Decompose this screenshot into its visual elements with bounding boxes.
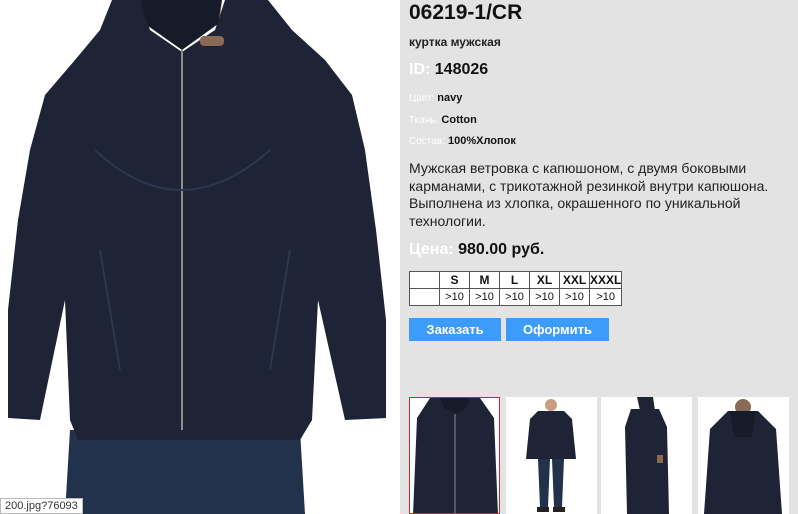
attr-fabric-label: Ткань: — [409, 115, 439, 126]
size-stock-table: S M L XL XXL XXXL >10 >10 >10 >10 >10 >1… — [409, 271, 623, 306]
attr-color-row: Цвет: navy — [409, 92, 462, 104]
size-stock-cell — [409, 288, 440, 306]
size-header-cell: XXL — [559, 271, 590, 289]
thumbnail-side-image — [625, 397, 669, 514]
size-header-cell: XXXL — [588, 271, 623, 289]
image-url-label: 200.jpg?76093 — [0, 498, 83, 514]
product-title: 06219-1/CR — [409, 1, 523, 24]
size-header-cell: XL — [529, 271, 560, 289]
product-description: Мужская ветровка с капюшоном, с двумя бо… — [409, 160, 769, 229]
product-id-label: ID: — [409, 61, 431, 78]
size-stock-cell[interactable]: >10 — [469, 288, 500, 306]
thumbnail-front-closeup-image — [413, 398, 498, 513]
thumbnail-side[interactable] — [601, 397, 692, 514]
size-stock-row: >10 >10 >10 >10 >10 >10 — [409, 288, 623, 306]
attr-fabric-row: Ткань: Cotton — [409, 114, 477, 126]
size-header-cell: S — [439, 271, 470, 289]
checkout-button[interactable]: Оформить — [506, 318, 609, 341]
size-header-cell: M — [469, 271, 500, 289]
product-id-value: 148026 — [434, 61, 489, 78]
thumbnail-back-image — [704, 399, 782, 514]
attr-color-label: Цвет: — [409, 93, 435, 104]
size-stock-cell[interactable]: >10 — [529, 288, 560, 306]
product-id-row: ID: 148026 — [409, 61, 488, 79]
attr-color-value: navy — [437, 92, 463, 104]
thumbnail-back[interactable] — [698, 397, 789, 514]
size-stock-cell[interactable]: >10 — [439, 288, 470, 306]
size-stock-cell[interactable]: >10 — [499, 288, 530, 306]
attr-fabric-value: Cotton — [441, 114, 477, 126]
attr-composition-value: 100%Хлопок — [447, 135, 516, 147]
product-subtitle: куртка мужская — [409, 35, 501, 49]
price-label: Цена: — [409, 241, 454, 258]
size-header-cell — [409, 271, 440, 289]
size-stock-cell[interactable]: >10 — [588, 288, 623, 306]
size-stock-cell[interactable]: >10 — [559, 288, 590, 306]
price-value: 980.00 руб. — [458, 241, 545, 258]
thumbnail-front-full[interactable] — [506, 397, 597, 514]
attr-composition-row: Состав: 100%Хлопок — [409, 135, 516, 147]
attr-composition-label: Состав: — [409, 136, 445, 147]
price-row: Цена: 980.00 руб. — [409, 241, 544, 259]
size-header-row: S M L XL XXL XXXL — [409, 271, 623, 289]
thumbnail-front-closeup[interactable] — [409, 397, 500, 514]
jacket-illustration — [0, 0, 400, 514]
size-header-cell: L — [499, 271, 530, 289]
main-product-photo: 200.jpg?76093 — [0, 0, 400, 514]
order-button[interactable]: Заказать — [409, 318, 501, 341]
thumbnail-front-full-image — [526, 399, 576, 512]
